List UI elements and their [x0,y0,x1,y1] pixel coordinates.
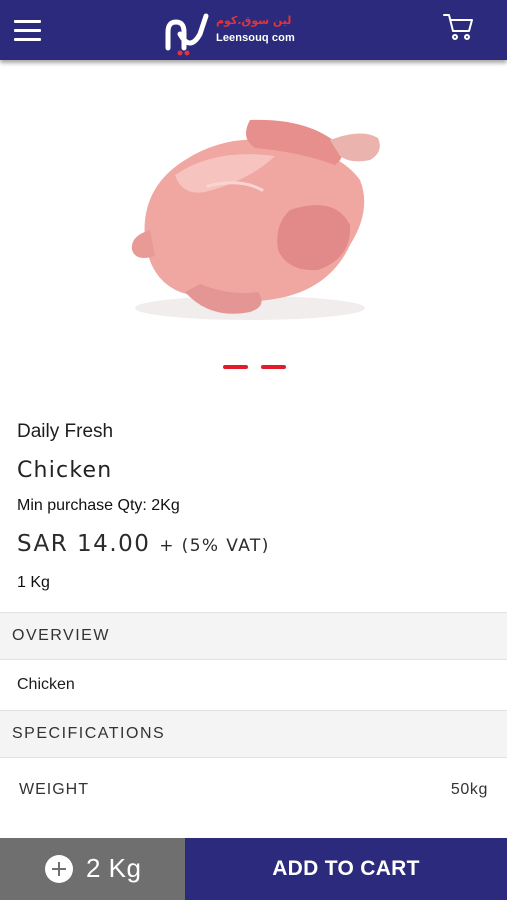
carousel-dot[interactable] [261,365,286,369]
logo-mark [165,13,209,56]
bottom-action-bar: 2 Kg ADD TO CART [0,838,507,900]
spec-value: 50kg [450,781,488,798]
carousel-indicators [223,365,287,371]
vat-note: + (5% VAT) [159,536,270,556]
app-header: لين سوق.كوم Leensouq com [0,0,507,60]
product-unit: 1 Kg [17,574,50,591]
min-purchase-qty: Min purchase Qty: 2Kg [17,497,180,514]
product-price: SAR 14.00 + (5% VAT) [17,531,270,557]
specifications-section-header[interactable]: SPECIFICATIONS [0,710,507,758]
quantity-stepper: 2 Kg [0,838,185,900]
product-image-carousel[interactable] [0,60,507,400]
add-to-cart-button[interactable]: ADD TO CART [185,838,507,900]
logo-english-text: Leensouq com [216,32,295,44]
product-name: Chicken [17,458,113,483]
price-value: SAR 14.00 [17,531,151,557]
add-to-cart-label: ADD TO CART [272,857,420,880]
hamburger-menu-icon[interactable] [14,20,41,41]
overview-section-header[interactable]: OVERVIEW [0,612,507,660]
quantity-value: 2 Kg [86,853,142,883]
specifications-title: SPECIFICATIONS [12,725,166,742]
leensouq-logo[interactable]: لين سوق.كوم Leensouq com [160,8,300,56]
carousel-dot[interactable] [223,365,248,369]
shopping-cart-icon[interactable] [442,12,474,42]
spec-row-weight: WEIGHT 50kg [0,760,507,820]
plus-circle-icon[interactable] [45,855,73,883]
spec-label: WEIGHT [19,781,89,798]
overview-text: Chicken [17,676,75,693]
product-brand: Daily Fresh [17,421,114,442]
logo-arabic-text: لين سوق.كوم [216,14,292,27]
product-image [131,119,380,320]
overview-title: OVERVIEW [12,627,110,644]
